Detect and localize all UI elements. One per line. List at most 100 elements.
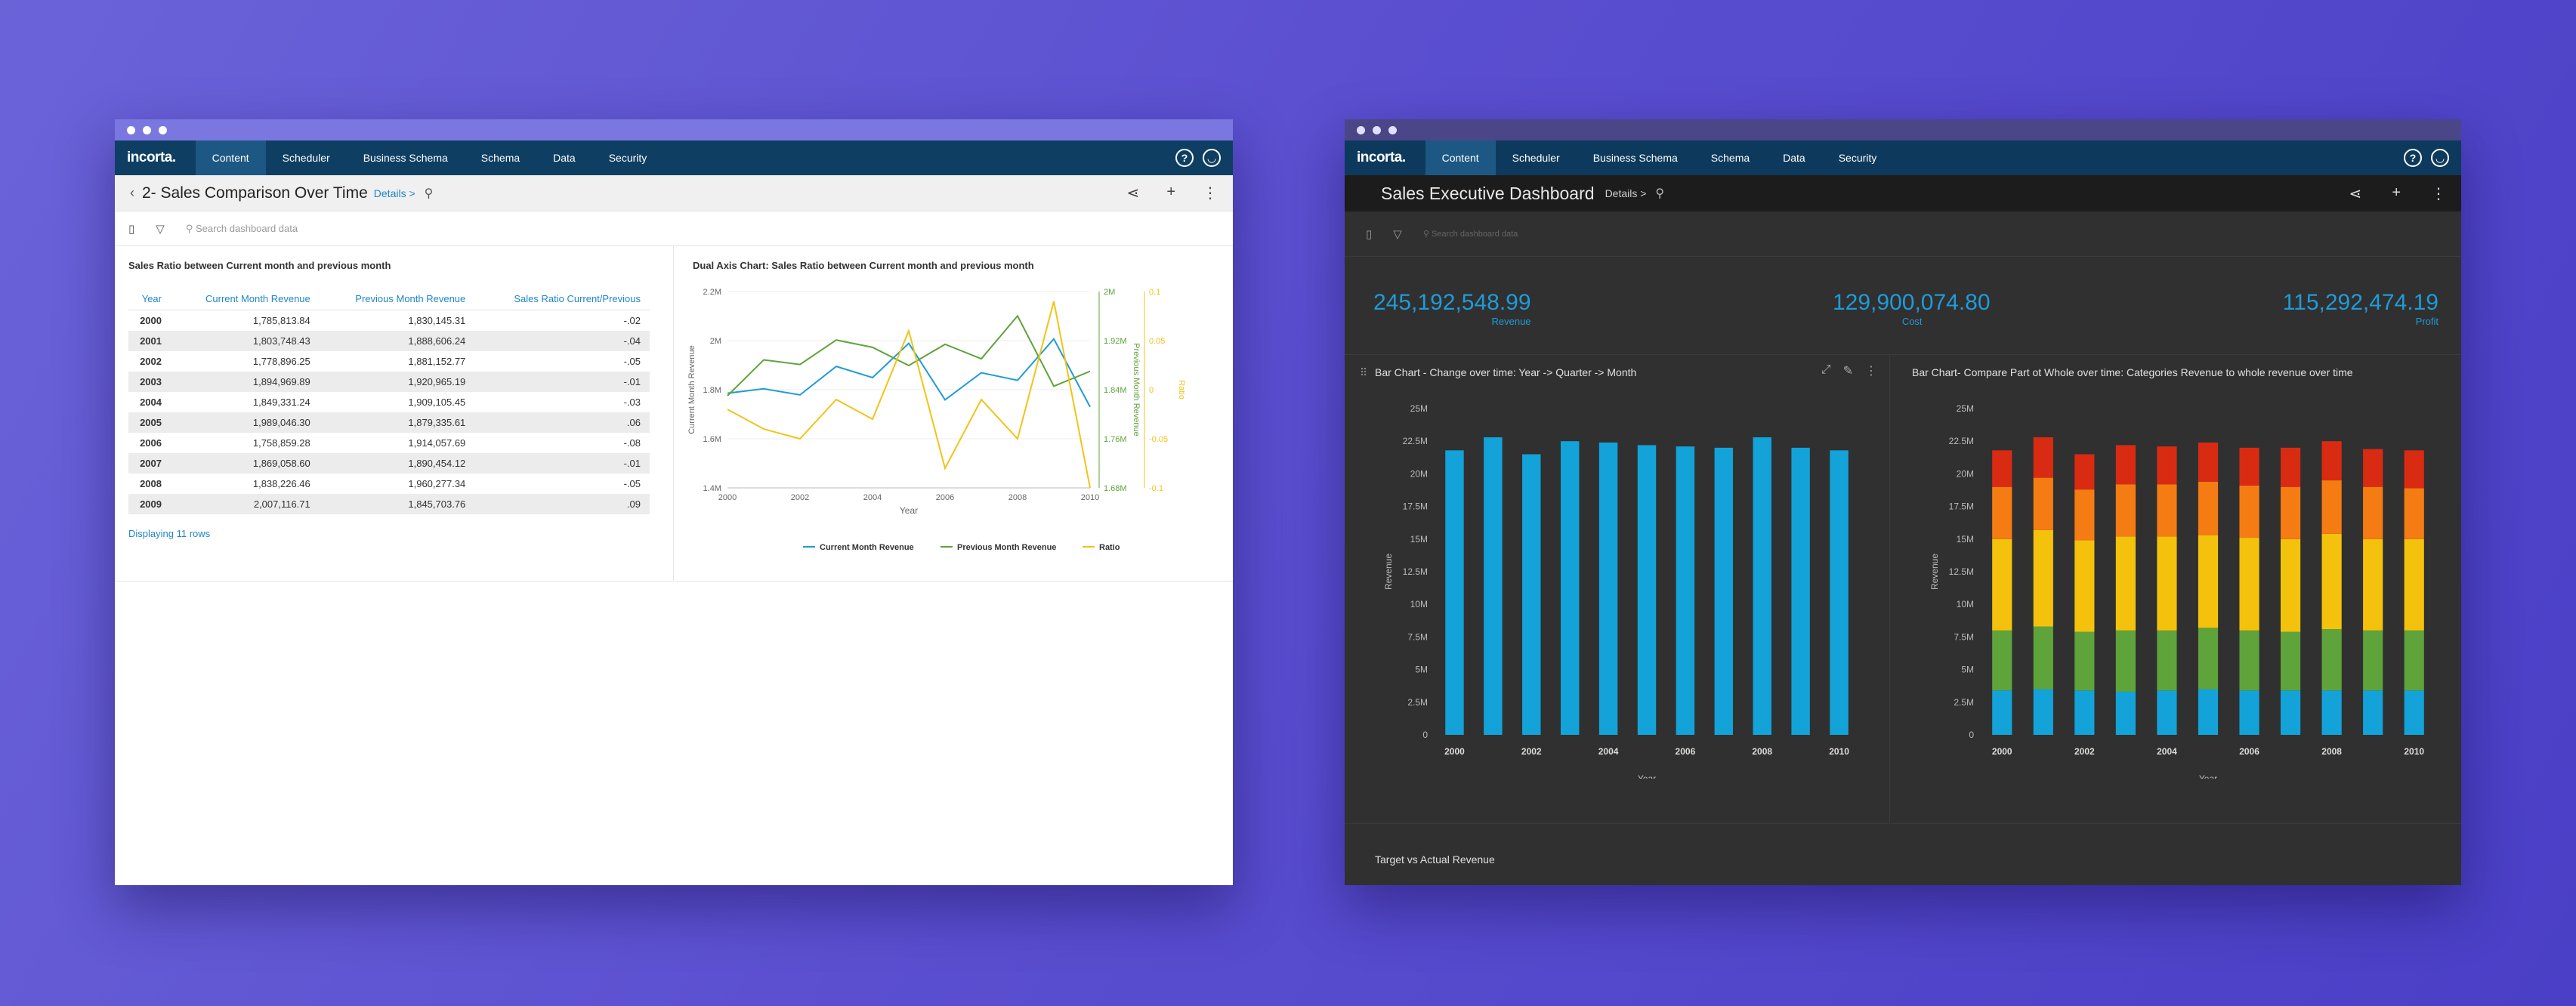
table-row[interactable]: 2006 1,758,859.28 1,914,057.69 -.08: [128, 433, 650, 453]
more-vertical-icon[interactable]: ⋮: [1865, 363, 1877, 378]
nav-scheduler[interactable]: Scheduler: [1496, 140, 1577, 175]
table-row[interactable]: 2009 2,007,116.71 1,845,703.76.09: [128, 494, 650, 514]
series-line-2: [727, 301, 1091, 489]
filter-icon[interactable]: ▽: [1393, 227, 1402, 241]
nav-scheduler[interactable]: Scheduler: [266, 140, 347, 175]
y-axis-tick: 15M: [1410, 534, 1428, 545]
cell-year: 2009: [128, 494, 171, 514]
nav-data[interactable]: Data: [1766, 140, 1822, 175]
filter-icon[interactable]: ▽: [156, 222, 165, 236]
add-icon[interactable]: +: [1166, 184, 1175, 202]
left-axis-tick: 1.8M: [703, 386, 721, 395]
table-row[interactable]: 2008 1,838,226.46 1,960,277.34 -.05: [128, 474, 650, 494]
nav-schema[interactable]: Schema: [465, 140, 536, 175]
help-icon[interactable]: ?: [1175, 149, 1194, 167]
x-axis-tick: 2004: [1598, 746, 1619, 757]
incorta-logo[interactable]: incorta.: [127, 150, 176, 166]
bar-revenue: [1791, 447, 1810, 735]
bookmark-icon[interactable]: ▯: [1366, 227, 1372, 241]
incorta-logo[interactable]: incorta.: [1357, 150, 1406, 166]
y-axis-tick: 5M: [1415, 665, 1428, 675]
drag-handle-icon[interactable]: ⠿: [1360, 366, 1367, 379]
edit-icon[interactable]: ✎: [1843, 363, 1853, 378]
pin-icon[interactable]: ⚲: [1655, 186, 1664, 201]
kpi-cost-value: 129,900,074.80: [1833, 290, 1991, 315]
right-axis-tick: 1.68M: [1104, 484, 1127, 493]
y-axis-tick: 20M: [1410, 468, 1428, 479]
kpi-revenue: 245,192,548.99 Revenue: [1373, 290, 1531, 327]
bar-electronics: [2115, 691, 2136, 735]
cell-previous-revenue: 1,845,703.76: [319, 494, 475, 514]
back-chevron-icon[interactable]: ‹: [130, 185, 134, 201]
window-close-dot[interactable]: [1357, 125, 1365, 134]
bookmark-icon[interactable]: ▯: [128, 222, 134, 236]
y-axis-tick: 22.5M: [1949, 436, 1974, 446]
cell-previous-revenue: 1,830,145.31: [408, 315, 466, 326]
page-title: 2- Sales Comparison Over Time: [142, 184, 368, 202]
y-axis-tick: 25M: [1957, 403, 1974, 414]
window-minimize-dot[interactable]: [1373, 125, 1381, 134]
table-row[interactable]: 2003 1,894,969.89 1,920,965.19 -.01: [128, 372, 650, 392]
cell-previous-revenue: 1,890,454.12: [319, 453, 475, 474]
nav-business-schema[interactable]: Business Schema: [347, 140, 465, 175]
x-axis-tick: 2008: [2321, 746, 2342, 757]
light-dashboard-window: incorta. Content Scheduler Business Sche…: [115, 119, 1233, 885]
share-icon[interactable]: ⋖: [2349, 184, 2362, 203]
nav-data[interactable]: Data: [536, 140, 592, 175]
bar-photos: [2404, 488, 2424, 539]
column-header-ratio[interactable]: Sales Ratio Current/Previous: [474, 288, 650, 310]
right-chart-title: Bar Chart- Compare Part ot Whole over ti…: [1912, 366, 2353, 378]
bar-software-other: [1992, 450, 2012, 487]
expand-icon[interactable]: ⤢: [1821, 363, 1831, 378]
details-link[interactable]: Details >: [1605, 187, 1647, 199]
share-icon[interactable]: ⋖: [1127, 184, 1140, 202]
legend-label: Previous Month Revenue: [957, 543, 1056, 552]
user-icon[interactable]: ◡: [1203, 149, 1221, 167]
nav-content[interactable]: Content: [1425, 140, 1496, 175]
search-input[interactable]: ⚲ Search dashboard data: [186, 223, 298, 235]
add-icon[interactable]: +: [2392, 184, 2401, 203]
page-title: Sales Executive Dashboard: [1381, 183, 1595, 203]
bar-peripherals-and-accessories: [2363, 538, 2383, 631]
revenue-bar-chart: 25M 22.5M 20M 17.5M 15M 12.5M 10M 7.5M 5M 2.5M 0 Re…: [1383, 403, 1849, 779]
bar-photos: [2157, 484, 2177, 537]
table-row[interactable]: 2000 1,785,813.84 1,830,145.31 -.02: [128, 310, 650, 332]
table-row[interactable]: 2001 1,803,748.43 1,888,606.24 -.04: [128, 331, 650, 351]
nav-content[interactable]: Content: [195, 140, 266, 175]
nav-security[interactable]: Security: [1822, 140, 1894, 175]
kpi-cost: 129,900,074.80 Cost: [1833, 290, 1991, 327]
table-row[interactable]: 2004 1,849,331.24 1,909,105.45 -.03: [128, 392, 650, 412]
column-header-current[interactable]: Current Month Revenue: [171, 288, 320, 310]
cell-year: 2003: [128, 372, 171, 392]
table-row[interactable]: 2002 1,778,896.25 1,881,152.77 -.05: [128, 351, 650, 372]
window-close-dot[interactable]: [127, 125, 135, 134]
cell-ratio: -.01: [474, 372, 650, 392]
window-zoom-dot[interactable]: [159, 125, 167, 134]
nav-business-schema[interactable]: Business Schema: [1577, 140, 1694, 175]
help-icon[interactable]: ?: [2404, 149, 2422, 167]
column-header-year[interactable]: Year: [128, 288, 171, 310]
details-link[interactable]: Details >: [374, 187, 415, 199]
nav-schema[interactable]: Schema: [1694, 140, 1766, 175]
table-row[interactable]: 2005 1,989,046.30 1,879,335.61.06: [128, 412, 650, 433]
column-header-previous[interactable]: Previous Month Revenue: [319, 288, 475, 310]
right-axis-title: Previous Month Revenue: [1132, 343, 1141, 437]
window-minimize-dot[interactable]: [143, 125, 151, 134]
y-axis-tick: 2.5M: [1954, 697, 1974, 708]
pin-icon[interactable]: ⚲: [425, 186, 434, 201]
user-icon[interactable]: ◡: [2431, 149, 2449, 167]
table-panel: Sales Ratio between Current month and pr…: [115, 246, 674, 582]
bar-peripherals-and-accessories: [2157, 536, 2177, 631]
more-vertical-icon[interactable]: ⋮: [2431, 184, 2446, 203]
table-row[interactable]: 2007 1,869,058.60 1,890,454.12 -.01: [128, 453, 650, 474]
cell-year: 2007: [128, 453, 171, 474]
nav-security[interactable]: Security: [592, 140, 664, 175]
window-zoom-dot[interactable]: [1388, 125, 1397, 134]
y-axis-tick: 7.5M: [1954, 631, 1974, 642]
bar-revenue: [1714, 447, 1734, 735]
dashboard-toolbar: ▯ ▽ ⚲ Search dashboard data: [1345, 211, 2461, 257]
search-input[interactable]: ⚲ Search dashboard data: [1423, 229, 1518, 239]
more-vertical-icon[interactable]: ⋮: [1203, 184, 1218, 202]
cell-ratio: -.05: [623, 356, 641, 367]
table-panel-title: Sales Ratio between Current month and pr…: [128, 260, 391, 271]
